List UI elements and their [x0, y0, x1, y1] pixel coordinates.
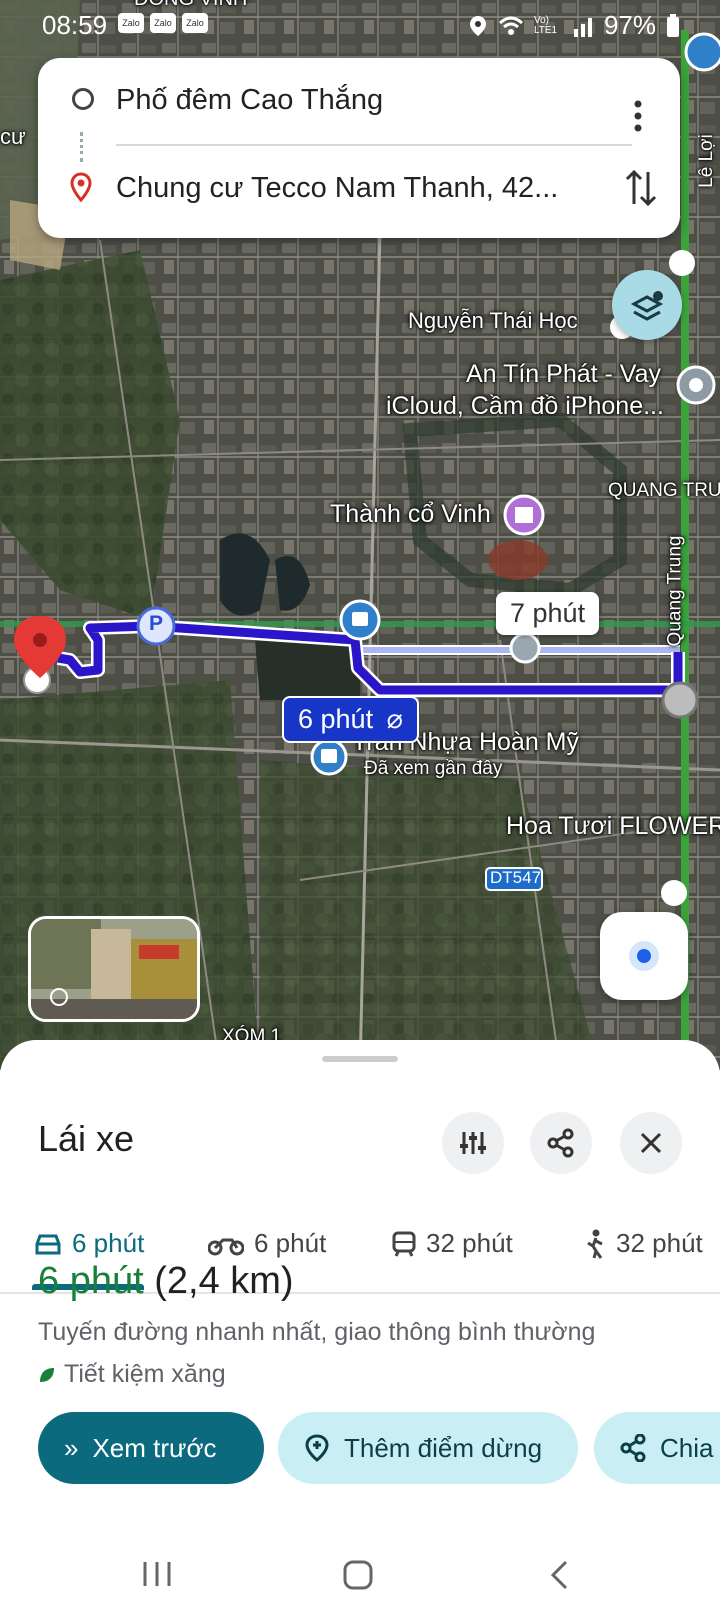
share-route-button[interactable]: Chia [594, 1412, 720, 1484]
tab-walking-label: 32 phút [616, 1228, 703, 1258]
network-label: Vo) LTE1 [533, 14, 558, 36]
alt-route-duration-chip[interactable]: 7 phút [496, 592, 600, 635]
leaf-icon: ⌀ [386, 704, 403, 734]
street-view-image [31, 919, 197, 1019]
swap-icon[interactable] [624, 166, 658, 210]
action-buttons: » Xem trước Thêm điểm dừng Chia [38, 1412, 720, 1488]
share-icon [547, 1128, 574, 1158]
zalo-icon: Zalo [182, 13, 208, 33]
back-icon[interactable] [548, 1559, 570, 1591]
tab-motorbike[interactable]: 6 phút [208, 1228, 326, 1259]
main-route-duration: 6 phút [298, 704, 374, 734]
destination-row[interactable]: Chung cư Tecco Nam Thanh, 42... [38, 158, 680, 218]
status-bar: 08:59 Zalo Zalo Zalo Vo) LTE1 97% [0, 0, 720, 48]
main-route-duration-chip[interactable]: 6 phút ⌀ [282, 696, 419, 743]
divider [116, 144, 632, 146]
map-label-an-tin-phat[interactable]: An Tín Phát - Vay [466, 360, 661, 389]
destination-field[interactable]: Chung cư Tecco Nam Thanh, 42... [116, 172, 558, 205]
my-location-button[interactable] [600, 912, 688, 1000]
system-nav-bar [0, 1545, 720, 1605]
parking-icon[interactable]: P [149, 612, 163, 636]
location-status-icon [469, 15, 486, 36]
route-distance: (2,4 km) [154, 1260, 294, 1302]
recent-apps-icon[interactable] [140, 1559, 174, 1589]
notification-icons: Zalo Zalo Zalo [118, 13, 208, 33]
tab-transit[interactable]: 32 phút [392, 1228, 513, 1259]
eco-label: Tiết kiệm xăng [64, 1360, 226, 1388]
map-label-an-tin-phat-2[interactable]: iCloud, Cầm đồ iPhone... [386, 392, 664, 421]
origin-circle-icon [72, 88, 94, 110]
share-button[interactable] [530, 1112, 592, 1174]
drag-handle[interactable] [322, 1056, 398, 1062]
map-label-recently-viewed: Đã xem gần đây [364, 758, 503, 779]
close-button[interactable] [620, 1112, 682, 1174]
tab-transit-label: 32 phút [426, 1228, 513, 1258]
walk-icon [587, 1229, 603, 1259]
car-icon [35, 1234, 61, 1254]
close-icon [640, 1132, 662, 1154]
tab-driving[interactable]: 6 phút [34, 1228, 144, 1259]
route-options-button[interactable] [442, 1112, 504, 1174]
map-label-le-loi: Lê Lợi [695, 134, 717, 188]
leaf-icon [40, 1367, 54, 1382]
destination-pin-icon [70, 172, 92, 203]
origin-row[interactable]: Phố đêm Cao Thắng [38, 70, 680, 132]
add-location-icon [305, 1434, 329, 1462]
battery-icon [667, 13, 679, 37]
share-icon [620, 1434, 646, 1462]
route-description: Tuyến đường nhanh nhất, giao thông bình … [38, 1318, 596, 1346]
signal-icon [573, 17, 592, 37]
map-label-nguyen-thai-hoc[interactable]: Nguyễn Thái Học [408, 308, 578, 334]
preview-label: Xem trước [92, 1432, 217, 1463]
zalo-icon: Zalo [150, 13, 176, 33]
map-label-hoa-tuoi[interactable]: Hoa Tươi FLOWER [506, 812, 720, 841]
layers-icon [630, 291, 664, 321]
route-duration: 6 phút [38, 1260, 144, 1302]
my-location-icon [629, 941, 659, 971]
directions-input-card: Phố đêm Cao Thắng Chung cư Tecco Nam Tha… [38, 58, 680, 238]
origin-field[interactable]: Phố đêm Cao Thắng [116, 84, 383, 117]
eco-badge: Tiết kiệm xăng [38, 1360, 226, 1389]
share-route-label: Chia [660, 1432, 714, 1463]
map-label-quang-trung-area: QUANG TRU [608, 480, 720, 501]
tab-motorbike-label: 6 phút [254, 1228, 327, 1258]
double-chevron-icon: » [64, 1432, 79, 1463]
directions-bottom-sheet[interactable]: Lái xe 6 phút 6 phút 32 phút 32 phút 6 p… [0, 1040, 720, 1605]
wifi-icon [498, 16, 523, 35]
map-label-dt547: DT547 [490, 868, 542, 887]
tab-walking[interactable]: 32 phút [584, 1228, 703, 1259]
street-view-thumbnail[interactable] [28, 916, 200, 1022]
battery-level: 97% [603, 10, 656, 40]
add-stop-label: Thêm điểm dừng [344, 1432, 543, 1463]
transit-icon [392, 1231, 416, 1257]
travel-mode-title: Lái xe [38, 1118, 135, 1159]
tab-driving-label: 6 phút [72, 1228, 145, 1258]
status-time: 08:59 [42, 10, 108, 40]
motorbike-icon [208, 1238, 244, 1255]
preview-button[interactable]: » Xem trước [38, 1412, 264, 1484]
route-summary: 6 phút (2,4 km) [38, 1260, 294, 1303]
layers-button[interactable] [612, 270, 682, 340]
status-right: Vo) LTE1 97% [468, 10, 680, 41]
more-vert-icon[interactable] [626, 96, 650, 136]
home-icon[interactable] [342, 1559, 374, 1591]
zalo-icon: Zalo [118, 13, 144, 33]
tune-icon [460, 1132, 486, 1154]
map-label-thanh-co-vinh[interactable]: Thành cổ Vinh [330, 500, 491, 529]
map-label-cu: cư [0, 124, 26, 149]
map-label-quang-trung-road: Quang Trung [664, 535, 686, 647]
add-stop-button[interactable]: Thêm điểm dừng [278, 1412, 578, 1484]
